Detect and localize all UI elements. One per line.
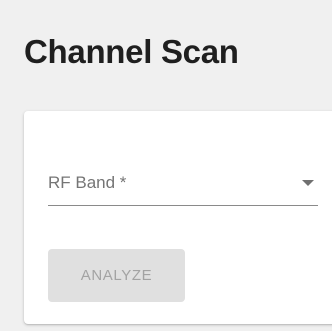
- rf-band-select[interactable]: RF Band *: [48, 161, 318, 206]
- chevron-down-icon: [302, 180, 314, 186]
- page-title: Channel Scan: [24, 33, 239, 70]
- channel-scan-page: Channel Scan RF Band * ANALYZE: [0, 0, 332, 331]
- rf-band-label: RF Band *: [48, 173, 127, 192]
- analyze-button[interactable]: ANALYZE: [48, 249, 185, 302]
- channel-scan-card: RF Band * ANALYZE: [24, 111, 332, 324]
